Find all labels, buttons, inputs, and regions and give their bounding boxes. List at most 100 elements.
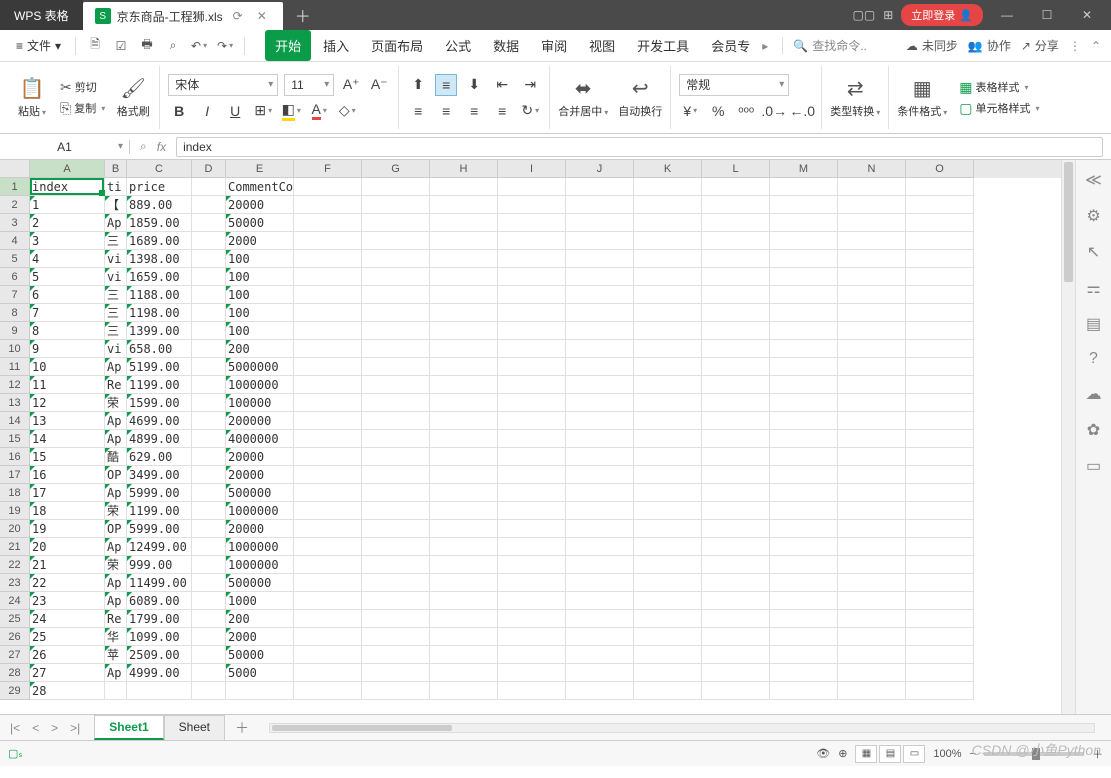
cell[interactable] — [294, 448, 362, 466]
cell[interactable]: 1399.00 — [127, 322, 192, 340]
row-header[interactable]: 13 — [0, 394, 30, 412]
cells-area[interactable]: indextipriceCommentCount1【889.00200002Ap… — [30, 178, 1061, 714]
cell[interactable] — [566, 466, 634, 484]
cell[interactable] — [294, 178, 362, 196]
cell[interactable] — [770, 412, 838, 430]
cell[interactable] — [770, 322, 838, 340]
cell[interactable] — [566, 304, 634, 322]
cell[interactable] — [634, 664, 702, 682]
col-header[interactable]: F — [294, 160, 362, 178]
cell[interactable] — [430, 538, 498, 556]
cell[interactable] — [838, 376, 906, 394]
cell[interactable] — [838, 646, 906, 664]
view-break-button[interactable]: ▭ — [903, 745, 925, 763]
cell[interactable] — [702, 358, 770, 376]
sheet-nav[interactable]: |< < > >| — [6, 721, 84, 735]
cell[interactable] — [906, 520, 974, 538]
cell[interactable] — [362, 574, 430, 592]
percent-button[interactable]: % — [707, 100, 729, 122]
qat-redo-button[interactable]: ↷ — [214, 35, 236, 57]
cell[interactable]: 50000 — [226, 214, 294, 232]
cell[interactable]: 20000 — [226, 520, 294, 538]
cell[interactable] — [702, 232, 770, 250]
cell[interactable] — [566, 628, 634, 646]
cell[interactable] — [566, 178, 634, 196]
cell[interactable] — [838, 214, 906, 232]
cell[interactable] — [634, 466, 702, 484]
cell[interactable] — [566, 358, 634, 376]
cell[interactable] — [362, 430, 430, 448]
cell[interactable] — [498, 340, 566, 358]
indent-increase-button[interactable]: ⇥ — [519, 74, 541, 96]
cell[interactable] — [430, 304, 498, 322]
cell[interactable]: 20000 — [226, 466, 294, 484]
cell[interactable]: 889.00 — [127, 196, 192, 214]
cell[interactable] — [294, 628, 362, 646]
cell[interactable] — [192, 628, 226, 646]
sheet-nav-prev-icon[interactable]: < — [28, 721, 43, 735]
cell[interactable] — [634, 358, 702, 376]
cell[interactable] — [362, 412, 430, 430]
cell[interactable] — [770, 628, 838, 646]
cell[interactable] — [192, 358, 226, 376]
row-header[interactable]: 18 — [0, 484, 30, 502]
increase-font-button[interactable]: A⁺ — [340, 74, 362, 96]
col-header[interactable]: D — [192, 160, 226, 178]
cell[interactable]: 24 — [30, 610, 105, 628]
row-header[interactable]: 22 — [0, 556, 30, 574]
cell[interactable] — [770, 538, 838, 556]
cell[interactable]: 14 — [30, 430, 105, 448]
col-header[interactable]: M — [770, 160, 838, 178]
cell[interactable] — [770, 178, 838, 196]
cell[interactable] — [634, 376, 702, 394]
align-justify-button[interactable]: ≡ — [491, 100, 513, 122]
align-left-button[interactable]: ≡ — [407, 100, 429, 122]
cell[interactable] — [362, 196, 430, 214]
cell[interactable] — [430, 628, 498, 646]
cell-style-button[interactable]: ▢单元格样式 — [959, 100, 1039, 117]
cell[interactable] — [566, 664, 634, 682]
cell[interactable] — [906, 340, 974, 358]
cell[interactable] — [362, 466, 430, 484]
ribbon-tab-insert[interactable]: 插入 — [313, 30, 359, 61]
cell[interactable] — [906, 574, 974, 592]
row-header[interactable]: 10 — [0, 340, 30, 358]
cell[interactable] — [294, 412, 362, 430]
cell[interactable] — [702, 268, 770, 286]
cell[interactable] — [770, 646, 838, 664]
tab-close-icon[interactable]: ✕ — [253, 9, 271, 23]
cell[interactable] — [838, 196, 906, 214]
cell[interactable] — [430, 484, 498, 502]
qat-print-icon[interactable]: 🖶 — [136, 35, 158, 57]
currency-button[interactable]: ¥ — [679, 100, 701, 122]
border-button[interactable]: ⊞ — [252, 100, 274, 122]
cell[interactable]: 7 — [30, 304, 105, 322]
cell[interactable]: 三 — [105, 286, 127, 304]
cell[interactable] — [838, 520, 906, 538]
cell[interactable] — [430, 664, 498, 682]
file-menu[interactable]: ≡ 文件 ▾ — [10, 33, 67, 58]
cell[interactable] — [566, 250, 634, 268]
ribbon-tab-view[interactable]: 视图 — [579, 30, 625, 61]
fx-cancel-icon[interactable]: ⌕ — [140, 139, 147, 154]
cell[interactable] — [498, 268, 566, 286]
cell[interactable] — [192, 232, 226, 250]
cell[interactable] — [294, 466, 362, 484]
cell[interactable]: 500000 — [226, 574, 294, 592]
cell[interactable] — [838, 286, 906, 304]
cell[interactable] — [430, 430, 498, 448]
cell[interactable] — [192, 340, 226, 358]
col-header[interactable]: H — [430, 160, 498, 178]
view-normal-button[interactable]: ▦ — [855, 745, 877, 763]
col-header[interactable]: L — [702, 160, 770, 178]
tab-add-button[interactable]: ＋ — [283, 3, 323, 27]
cell[interactable] — [430, 412, 498, 430]
cell[interactable] — [362, 268, 430, 286]
row-header[interactable]: 11 — [0, 358, 30, 376]
cell[interactable]: Re — [105, 376, 127, 394]
cell[interactable] — [430, 340, 498, 358]
cell[interactable] — [702, 394, 770, 412]
cell[interactable] — [192, 178, 226, 196]
cell[interactable] — [498, 664, 566, 682]
cell[interactable] — [192, 574, 226, 592]
